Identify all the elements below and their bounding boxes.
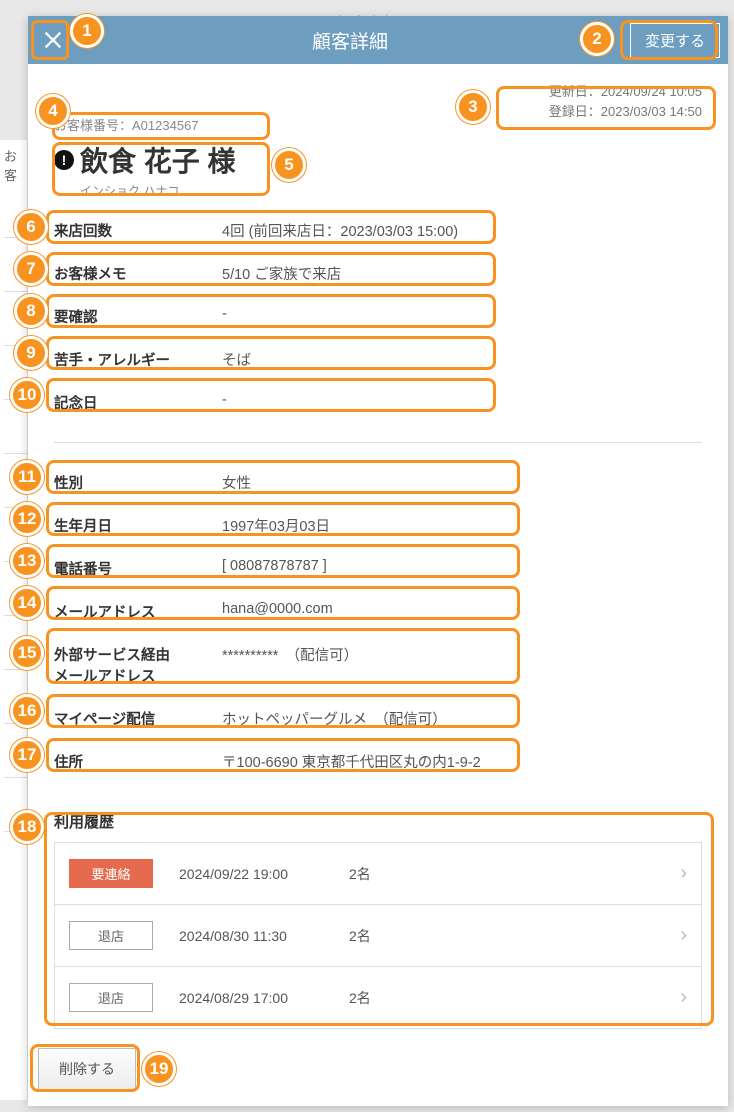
- history-item[interactable]: 退店 2024/08/29 17:002名›: [55, 967, 701, 1029]
- row-label: メールアドレス: [54, 601, 222, 622]
- row-label: 外部サービス経由 メールアドレス: [54, 644, 222, 686]
- delete-button[interactable]: 削除する: [38, 1048, 136, 1090]
- history-tag: 退店: [69, 921, 153, 950]
- history-date: 2024/09/22 19:00: [179, 866, 349, 882]
- row-label: 記念日: [54, 392, 222, 413]
- history-tag: 退店: [69, 983, 153, 1012]
- change-button[interactable]: 変更する: [630, 23, 720, 58]
- row-value: そば: [222, 349, 702, 370]
- row-value: 〒100-6690 東京都千代田区丸の内1-9-2: [222, 751, 702, 772]
- alert-icon: !: [54, 150, 74, 170]
- history-title: 利用履歴: [54, 811, 702, 832]
- info2-row: 住所〒100-6690 東京都千代田区丸の内1-9-2: [54, 740, 702, 783]
- close-icon: [42, 29, 64, 51]
- row-label: 住所: [54, 751, 222, 772]
- history-tag: 要連絡: [69, 859, 153, 888]
- history-date: 2024/08/30 11:30: [179, 928, 349, 944]
- modal-body: 更新日：2024/09/24 10:05 登録日：2023/03/03 14:5…: [28, 64, 728, 1038]
- chevron-right-icon: ›: [680, 986, 687, 1009]
- info-block-1: 来店回数4回 (前回来店日：2023/03/03 15:00)お客様メモ5/10…: [54, 209, 702, 424]
- row-value: ホットペッパーグルメ （配信可）: [222, 708, 702, 729]
- row-value: [ 08087878787 ]: [222, 558, 702, 574]
- row-label: 苦手・アレルギー: [54, 349, 222, 370]
- info2-row: 電話番号[ 08087878787 ]: [54, 547, 702, 590]
- customer-detail-modal: 顧客詳細 変更する 更新日：2024/09/24 10:05 登録日：2023/…: [28, 16, 728, 1106]
- info2-row: 外部サービス経由 メールアドレス********** （配信可）: [54, 633, 702, 697]
- row-value: -: [222, 392, 702, 408]
- customer-name-row: ! 飲食 花子 様: [54, 140, 702, 180]
- row-label: 生年月日: [54, 515, 222, 536]
- sidebar-fragment: お客: [0, 140, 28, 1100]
- updated-value: 2024/09/24 10:05: [601, 84, 702, 99]
- info2-row: マイページ配信ホットペッパーグルメ （配信可）: [54, 697, 702, 740]
- info-block-2: 性別女性生年月日1997年03月03日電話番号[ 08087878787 ]メー…: [54, 461, 702, 783]
- history-people: 2名: [349, 864, 680, 884]
- customer-number-label: お客様番号：: [54, 118, 132, 133]
- row-label: 電話番号: [54, 558, 222, 579]
- info1-row: 記念日-: [54, 381, 702, 424]
- info1-row: 要確認-: [54, 295, 702, 338]
- history-date: 2024/08/29 17:00: [179, 990, 349, 1006]
- created-value: 2023/03/03 14:50: [601, 104, 702, 119]
- info1-row: 来店回数4回 (前回来店日：2023/03/03 15:00): [54, 209, 702, 252]
- modal-title: 顧客詳細: [70, 27, 630, 54]
- history-people: 2名: [349, 988, 680, 1008]
- history-people: 2名: [349, 926, 680, 946]
- modal-header: 顧客詳細 変更する: [28, 16, 728, 64]
- row-value: 1997年03月03日: [222, 515, 702, 536]
- modal-footer: 削除する: [28, 1038, 728, 1106]
- sidebar-label-fragment: お客: [4, 149, 17, 183]
- customer-number-value: A01234567: [132, 118, 199, 133]
- row-label: 要確認: [54, 306, 222, 327]
- updated-label: 更新日：: [549, 84, 601, 99]
- row-label: お客様メモ: [54, 263, 222, 284]
- row-value: 5/10 ご家族で来店: [222, 263, 702, 284]
- customer-kana: インショク ハナコ: [80, 182, 702, 199]
- history-list: 要連絡2024/09/22 19:002名›退店2024/08/30 11:30…: [54, 842, 702, 1029]
- info2-row: 性別女性: [54, 461, 702, 504]
- info1-row: お客様メモ5/10 ご家族で来店: [54, 252, 702, 295]
- row-value: 女性: [222, 472, 702, 493]
- row-value: -: [222, 306, 702, 322]
- row-value: hana@0000.com: [222, 601, 702, 617]
- info1-row: 苦手・アレルギーそば: [54, 338, 702, 381]
- history-item[interactable]: 要連絡 2024/09/22 19:002名›: [55, 843, 701, 905]
- chevron-right-icon: ›: [680, 862, 687, 885]
- chevron-right-icon: ›: [680, 924, 687, 947]
- divider: [54, 442, 702, 443]
- info2-row: メールアドレスhana@0000.com: [54, 590, 702, 633]
- row-value: 4回 (前回来店日：2023/03/03 15:00): [222, 220, 702, 241]
- row-label: 来店回数: [54, 220, 222, 241]
- history-item[interactable]: 退店 2024/08/30 11:302名›: [55, 905, 701, 967]
- info2-row: 生年月日1997年03月03日: [54, 504, 702, 547]
- customer-name: 飲食 花子 様: [80, 140, 236, 180]
- created-label: 登録日：: [549, 104, 601, 119]
- close-button[interactable]: [36, 23, 70, 57]
- row-label: マイページ配信: [54, 708, 222, 729]
- row-label: 性別: [54, 472, 222, 493]
- row-value: ********** （配信可）: [222, 644, 702, 665]
